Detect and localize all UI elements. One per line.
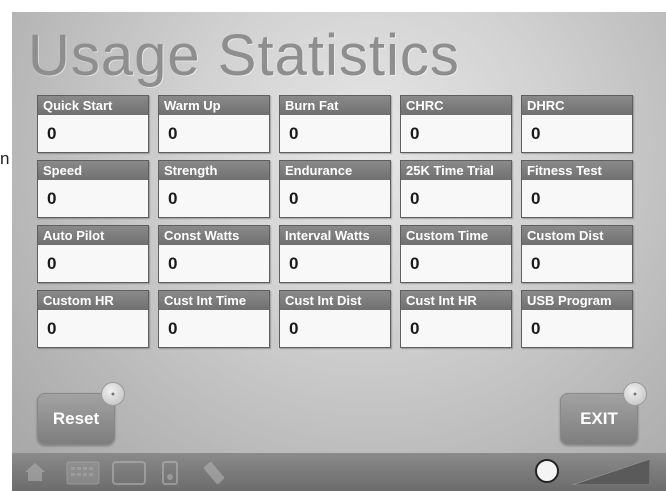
stat-cell: Auto Pilot 0 [37,225,149,283]
stat-cell: Custom Dist 0 [521,225,633,283]
stat-label: Speed [38,161,148,180]
usb-icon[interactable] [202,461,226,485]
stat-value: 0 [522,245,632,282]
stat-label: Fitness Test [522,161,632,180]
reset-badge-icon: ● [101,382,125,406]
stat-label: Warm Up [159,96,269,115]
stat-label: Cust Int HR [401,291,511,310]
home-icon[interactable] [24,461,46,483]
stat-label: Custom Dist [522,226,632,245]
page-title: Usage Statistics [28,23,460,88]
stat-value: 0 [280,115,390,152]
player-icon[interactable] [162,461,178,485]
stat-value: 0 [159,310,269,347]
stray-text: n [0,150,10,167]
stat-value: 0 [522,180,632,217]
taskbar [12,453,666,491]
stat-label: Const Watts [159,226,269,245]
exit-badge-icon: ● [623,382,647,406]
stat-cell: CHRC 0 [400,95,512,153]
stat-cell: Cust Int Time 0 [158,290,270,348]
stat-cell: Cust Int HR 0 [400,290,512,348]
stat-value: 0 [401,115,511,152]
stat-label: DHRC [522,96,632,115]
stat-label: 25K Time Trial [401,161,511,180]
stat-value: 0 [38,245,148,282]
stat-label: Strength [159,161,269,180]
stat-label: Cust Int Dist [280,291,390,310]
stat-cell: Custom HR 0 [37,290,149,348]
screen-icon[interactable] [112,461,146,485]
stat-cell: USB Program 0 [521,290,633,348]
stat-value: 0 [280,245,390,282]
stat-label: Endurance [280,161,390,180]
stat-value: 0 [159,180,269,217]
stat-value: 0 [522,115,632,152]
stat-cell: Custom Time 0 [400,225,512,283]
stat-label: CHRC [401,96,511,115]
stat-label: Custom Time [401,226,511,245]
stat-label: USB Program [522,291,632,310]
console-screen: Usage Statistics Quick Start 0 Warm Up 0 Bur… [12,12,666,491]
stat-cell: Quick Start 0 [37,95,149,153]
calendar-icon[interactable] [66,461,100,485]
stats-grid: Quick Start 0 Warm Up 0 Burn Fat 0 CHRC 0 DHRC 0 S… [37,95,637,357]
stat-value: 0 [401,245,511,282]
stat-value: 0 [280,310,390,347]
stat-cell: Endurance 0 [279,160,391,218]
stat-value: 0 [159,245,269,282]
stat-cell: DHRC 0 [521,95,633,153]
stat-cell: Burn Fat 0 [279,95,391,153]
stat-label: Auto Pilot [38,226,148,245]
stat-cell: Speed 0 [37,160,149,218]
reset-button-label: Reset [52,409,100,428]
stat-label: Burn Fat [280,96,390,115]
stat-cell: Strength 0 [158,160,270,218]
stat-cell: 25K Time Trial 0 [400,160,512,218]
stat-value: 0 [280,180,390,217]
stat-value: 0 [38,115,148,152]
stat-cell: Warm Up 0 [158,95,270,153]
stat-label: Interval Watts [280,226,390,245]
exit-button-label: EXIT [580,409,618,428]
stat-cell: Fitness Test 0 [521,160,633,218]
stat-value: 0 [522,310,632,347]
stat-value: 0 [159,115,269,152]
stat-value: 0 [38,180,148,217]
stat-value: 0 [38,310,148,347]
stat-cell: Cust Int Dist 0 [279,290,391,348]
stat-label: Custom HR [38,291,148,310]
stat-value: 0 [401,310,511,347]
volume-icon[interactable] [535,459,559,483]
stat-value: 0 [401,180,511,217]
stat-cell: Const Watts 0 [158,225,270,283]
stat-cell: Interval Watts 0 [279,225,391,283]
stat-label: Quick Start [38,96,148,115]
volume-level-icon[interactable] [572,459,650,485]
stat-label: Cust Int Time [159,291,269,310]
